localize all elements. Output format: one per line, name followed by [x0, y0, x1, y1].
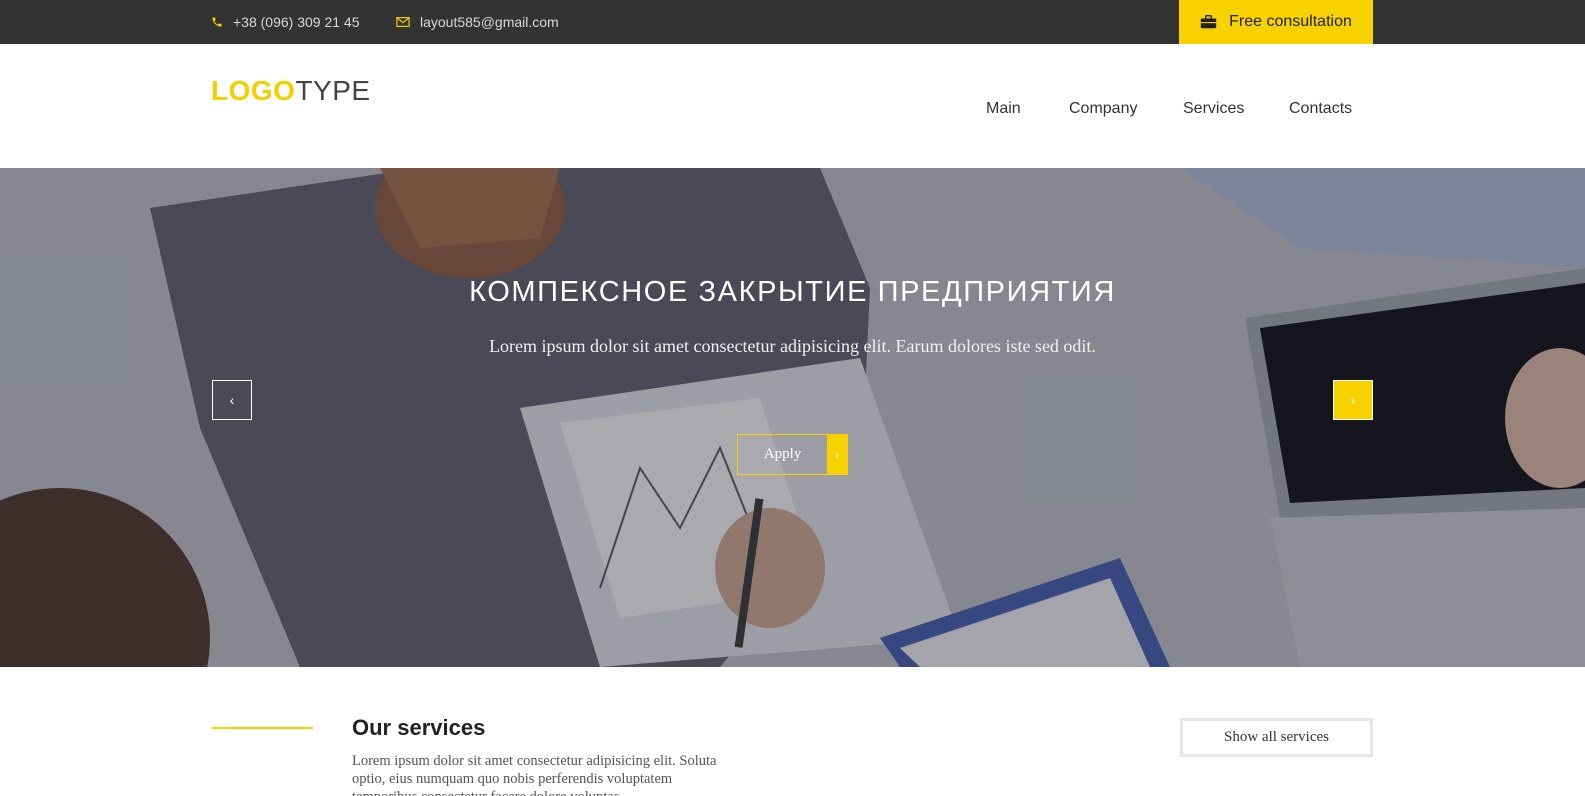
section-accent-line: [212, 727, 313, 729]
show-all-services-button[interactable]: Show all services: [1180, 718, 1373, 757]
phone-icon: [212, 17, 222, 27]
chevron-right-icon: ›: [827, 435, 847, 474]
slider-next-button[interactable]: ›: [1333, 380, 1373, 420]
chevron-right-icon: ›: [1350, 392, 1356, 408]
phone-number: +38 (096) 309 21 45: [233, 14, 360, 30]
phone-contact[interactable]: +38 (096) 309 21 45: [211, 0, 360, 44]
apply-label: Apply: [763, 446, 802, 462]
nav-item-contacts[interactable]: Contacts: [1289, 100, 1352, 118]
slider-prev-button[interactable]: ‹: [212, 380, 252, 420]
logo[interactable]: LOGOTYPE: [211, 74, 371, 108]
hero-text: Lorem ipsum dolor sit amet consectetur a…: [489, 336, 1096, 356]
logo-part-bold: LOGO: [211, 75, 296, 106]
hero-slider: КОМПЕКСНОЕ ЗАКРЫТИЕ ПРЕДПРИЯТИЯ Lorem ip…: [0, 168, 1585, 667]
nav-item-services[interactable]: Services: [1183, 100, 1244, 118]
envelope-icon: [396, 17, 410, 27]
free-consultation-button[interactable]: Free consultation: [1179, 0, 1373, 44]
apply-button[interactable]: Apply ›: [737, 434, 848, 475]
top-bar: +38 (096) 309 21 45 layout585@gmail.com …: [0, 0, 1585, 44]
chevron-left-icon: ‹: [229, 392, 235, 408]
briefcase-icon: [1200, 15, 1217, 29]
nav-item-main[interactable]: Main: [986, 100, 1021, 118]
nav-item-company[interactable]: Company: [1069, 100, 1137, 118]
logo-part-light: TYPE: [295, 75, 371, 106]
hero-title: КОМПЕКСНОЕ ЗАКРЫТИЕ ПРЕДПРИЯТИЯ: [469, 276, 1116, 308]
email-contact[interactable]: layout585@gmail.com: [396, 0, 559, 44]
services-title: Our services: [352, 715, 486, 740]
services-description: Lorem ipsum dolor sit amet consectetur a…: [352, 753, 717, 796]
free-consultation-label: Free consultation: [1229, 13, 1352, 30]
email-address: layout585@gmail.com: [420, 14, 559, 30]
site-header: LOGOTYPE Main Company Services Contacts: [0, 44, 1585, 168]
